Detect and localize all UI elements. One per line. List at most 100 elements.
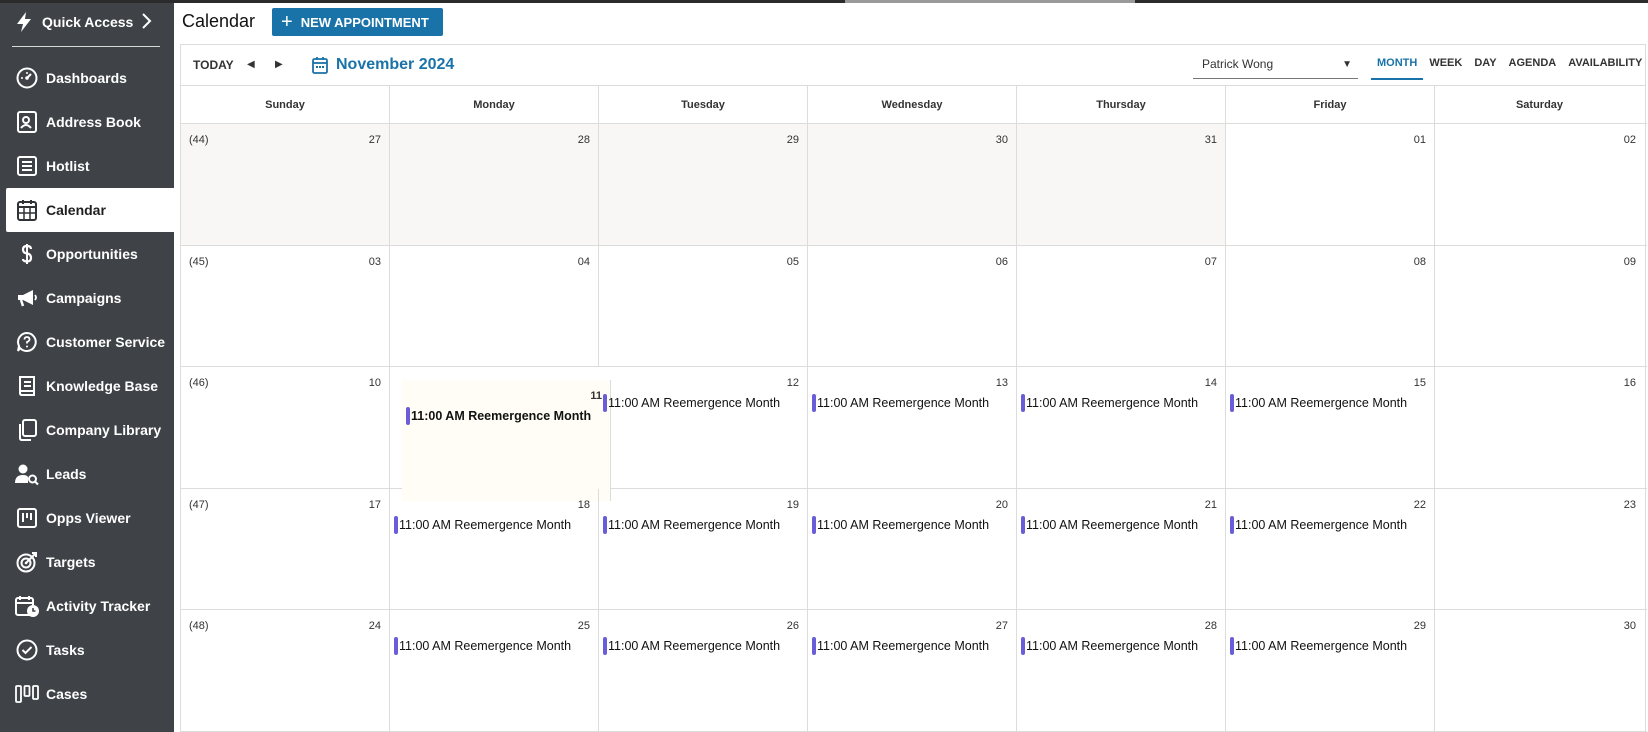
- day-cell[interactable]: 28 11:00 AM Reemergence Month: [1017, 610, 1226, 731]
- sidebar-item-dashboards[interactable]: Dashboards: [0, 56, 174, 100]
- calendar-event[interactable]: 11:00 AM Reemergence Month: [1021, 637, 1198, 656]
- day-cell[interactable]: 02: [1435, 124, 1644, 245]
- day-cell[interactable]: 15 11:00 AM Reemergence Month: [1226, 367, 1435, 488]
- day-number[interactable]: 17: [369, 499, 381, 511]
- calendar-event[interactable]: 11:00 AM Reemergence Month: [603, 515, 780, 534]
- calendar-event[interactable]: 11:00 AM Reemergence Month: [1021, 515, 1198, 534]
- day-cell[interactable]: 14 11:00 AM Reemergence Month: [1017, 367, 1226, 488]
- sidebar-item-knowledge-base[interactable]: Knowledge Base: [0, 364, 174, 408]
- day-cell[interactable]: 19 11:00 AM Reemergence Month: [599, 488, 808, 610]
- calendar-event[interactable]: 11:00 AM Reemergence Month: [406, 407, 591, 426]
- day-cell[interactable]: 16: [1435, 367, 1644, 488]
- day-number[interactable]: 27: [996, 620, 1008, 632]
- today-button[interactable]: TODAY: [193, 58, 234, 72]
- day-cell[interactable]: 12 11:00 AM Reemergence Month: [599, 367, 808, 488]
- day-cell[interactable]: 09: [1435, 246, 1644, 367]
- previous-arrow-icon[interactable]: ◀: [247, 59, 255, 70]
- sidebar-item-hotlist[interactable]: Hotlist: [0, 144, 174, 188]
- tab-agenda[interactable]: AGENDA: [1503, 51, 1563, 80]
- calendar-event[interactable]: 11:00 AM Reemergence Month: [812, 394, 989, 413]
- day-cell[interactable]: 29: [599, 124, 808, 245]
- new-appointment-button[interactable]: + NEW APPOINTMENT: [272, 8, 443, 36]
- day-number[interactable]: 26: [787, 620, 799, 632]
- day-cell[interactable]: 22 11:00 AM Reemergence Month: [1226, 488, 1435, 610]
- day-cell[interactable]: 20 11:00 AM Reemergence Month: [808, 488, 1017, 610]
- sidebar-item-leads[interactable]: Leads: [0, 452, 174, 496]
- calendar-event[interactable]: 11:00 AM Reemergence Month: [1021, 394, 1198, 413]
- day-cell[interactable]: (46) 10: [181, 367, 390, 488]
- month-label[interactable]: November 2024: [336, 56, 454, 74]
- sidebar-item-campaigns[interactable]: Campaigns: [0, 276, 174, 320]
- calendar-event[interactable]: 11:00 AM Reemergence Month: [394, 637, 571, 656]
- day-cell[interactable]: 23: [1435, 489, 1644, 610]
- chevron-right-icon[interactable]: [141, 12, 153, 33]
- user-select[interactable]: Patrick Wong ▼: [1193, 53, 1358, 79]
- next-arrow-icon[interactable]: ▶: [275, 59, 283, 70]
- day-number[interactable]: 27: [369, 134, 381, 146]
- week-number[interactable]: (48): [189, 620, 209, 632]
- day-number[interactable]: 28: [1205, 620, 1217, 632]
- sidebar-item-company-library[interactable]: Company Library: [0, 408, 174, 452]
- tab-availability[interactable]: AVAILABILITY: [1562, 51, 1648, 80]
- day-number[interactable]: 03: [369, 256, 381, 268]
- day-cell[interactable]: 30: [808, 124, 1017, 245]
- week-number[interactable]: (47): [189, 499, 209, 511]
- day-number[interactable]: 10: [369, 377, 381, 389]
- day-number[interactable]: 02: [1624, 134, 1636, 146]
- day-number[interactable]: 01: [1414, 134, 1426, 146]
- day-number[interactable]: 21: [1205, 499, 1217, 511]
- tab-month[interactable]: MONTH: [1371, 51, 1424, 80]
- day-number[interactable]: 28: [578, 134, 590, 146]
- day-cell[interactable]: 07: [1017, 245, 1226, 367]
- calendar-event[interactable]: 11:00 AM Reemergence Month: [1230, 637, 1407, 656]
- day-cell[interactable]: 06: [808, 245, 1017, 367]
- calendar-event[interactable]: 11:00 AM Reemergence Month: [812, 515, 989, 534]
- day-cell[interactable]: 11 11:00 AM Reemergence Month: [402, 380, 611, 501]
- day-number[interactable]: 19: [787, 499, 799, 511]
- day-number[interactable]: 08: [1414, 256, 1426, 268]
- tab-week[interactable]: WEEK: [1423, 51, 1468, 80]
- sidebar-item-customer-service[interactable]: Customer Service: [0, 320, 174, 364]
- day-number[interactable]: 06: [996, 256, 1008, 268]
- sidebar-item-calendar[interactable]: Calendar: [6, 188, 174, 232]
- day-number[interactable]: 30: [1624, 620, 1636, 632]
- week-number[interactable]: (45): [189, 256, 209, 268]
- day-cell[interactable]: 29 11:00 AM Reemergence Month: [1226, 610, 1435, 731]
- day-cell[interactable]: 05: [599, 245, 808, 367]
- day-cell[interactable]: 18 11:00 AM Reemergence Month: [390, 488, 599, 610]
- day-number[interactable]: 20: [996, 499, 1008, 511]
- day-number[interactable]: 14: [1205, 377, 1217, 389]
- day-number[interactable]: 24: [369, 620, 381, 632]
- day-number[interactable]: 23: [1624, 499, 1636, 511]
- day-number[interactable]: 09: [1624, 256, 1636, 268]
- day-cell[interactable]: 08: [1226, 245, 1435, 367]
- day-cell[interactable]: (47) 17: [181, 488, 390, 610]
- day-cell[interactable]: 30: [1435, 610, 1644, 731]
- day-cell[interactable]: (44) 27: [181, 124, 390, 245]
- day-cell[interactable]: 04: [390, 245, 599, 367]
- day-number[interactable]: 31: [1205, 134, 1217, 146]
- day-number[interactable]: 18: [578, 499, 590, 511]
- day-number[interactable]: 29: [1414, 620, 1426, 632]
- day-number[interactable]: 07: [1205, 256, 1217, 268]
- day-cell[interactable]: 28: [390, 124, 599, 245]
- calendar-event[interactable]: 11:00 AM Reemergence Month: [812, 637, 989, 656]
- day-number[interactable]: 22: [1414, 499, 1426, 511]
- sidebar-item-opportunities[interactable]: Opportunities: [0, 232, 174, 276]
- day-cell[interactable]: 01: [1226, 124, 1435, 245]
- calendar-event[interactable]: 11:00 AM Reemergence Month: [1230, 394, 1407, 413]
- day-cell[interactable]: 26 11:00 AM Reemergence Month: [599, 610, 808, 731]
- day-cell[interactable]: 25 11:00 AM Reemergence Month: [390, 610, 599, 731]
- day-number[interactable]: 05: [787, 256, 799, 268]
- sidebar-item-tasks[interactable]: Tasks: [0, 628, 174, 672]
- day-cell[interactable]: 31: [1017, 124, 1226, 245]
- calendar-event[interactable]: 11:00 AM Reemergence Month: [603, 637, 780, 656]
- day-cell[interactable]: (45) 03: [181, 245, 390, 367]
- week-number[interactable]: (46): [189, 377, 209, 389]
- sidebar-item-address-book[interactable]: Address Book: [0, 100, 174, 144]
- tab-day[interactable]: DAY: [1468, 51, 1502, 80]
- calendar-event[interactable]: 11:00 AM Reemergence Month: [603, 394, 780, 413]
- day-number[interactable]: 30: [996, 134, 1008, 146]
- week-number[interactable]: (44): [189, 134, 209, 146]
- day-number[interactable]: 15: [1414, 377, 1426, 389]
